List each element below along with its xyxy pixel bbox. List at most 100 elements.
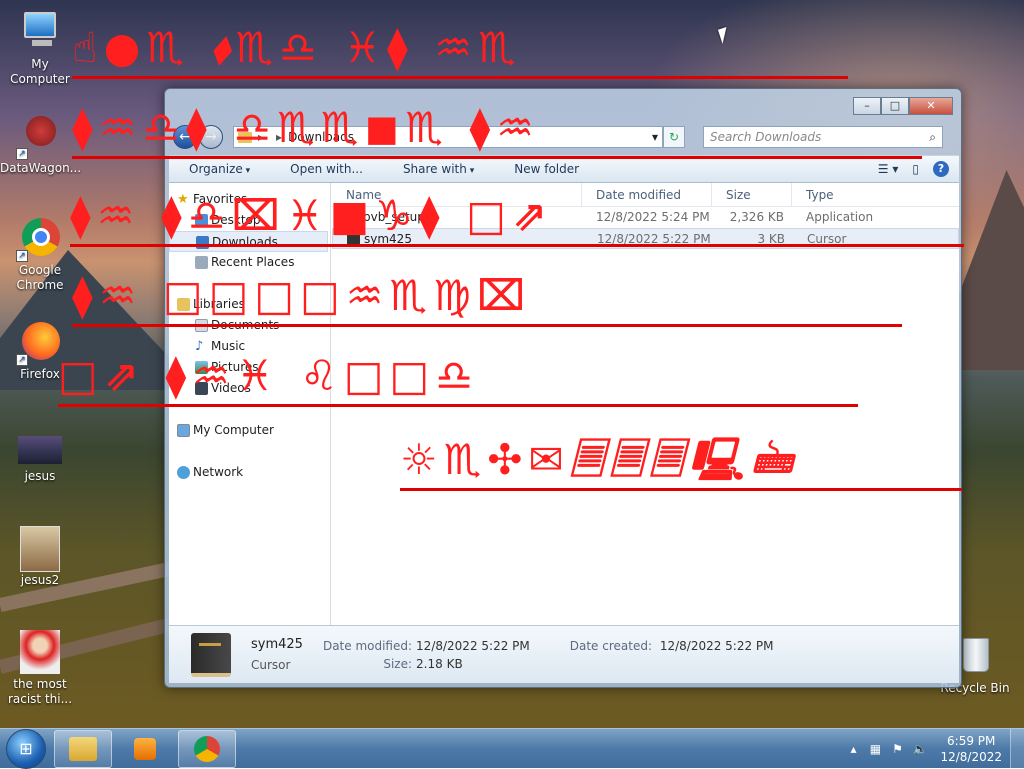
breadcrumb-separator-icon: ▸ [258,130,265,144]
column-name[interactable]: Name [332,183,582,206]
taskbar-chrome-button[interactable] [178,729,236,768]
nav-item-downloads[interactable]: Downloads [169,231,328,252]
shortcut-arrow-icon: ↗ [16,354,28,366]
new-folder-button[interactable]: New folder [514,162,579,176]
image-thumbnail-icon [18,436,62,466]
desktop-icon-my-computer[interactable]: My Computer [0,10,80,87]
address-dropdown-icon[interactable]: ▾ [652,130,658,144]
file-type: Application [806,210,874,224]
start-button[interactable]: ⊞ [6,728,46,769]
shortcut-arrow-icon: ↗ [16,148,28,160]
date-modified-value: 12/8/2022 5:22 PM [416,638,530,653]
preview-pane-icon[interactable]: ▯ [912,162,919,176]
desktop-icon-label: DataWagon... [0,161,82,175]
file-row-sym425[interactable]: sym425 12/8/2022 5:22 PM 3 KB Cursor [332,228,959,249]
taskbar-media-player-button[interactable] [116,730,174,768]
column-type[interactable]: Type [792,183,912,206]
show-desktop-button[interactable] [1010,728,1024,769]
column-date[interactable]: Date modified [582,183,712,206]
command-bar: Organize Open with... Share with New fol… [169,155,959,183]
desktop-icon-label: jesus2 [20,573,60,587]
organize-button[interactable]: Organize [189,162,250,176]
desktop-icon-datawagon[interactable]: ↗ DataWagon... [0,114,82,176]
pictures-icon [195,361,208,374]
desktop-icon-label: Firefox [20,367,60,381]
size-value: 2.18 KB [416,656,463,671]
desktop-icon-label: jesus [24,469,56,483]
breadcrumb-current[interactable]: Downloads [288,130,354,144]
nav-libraries[interactable]: Libraries [169,294,330,315]
nav-favorites[interactable]: ★ Favorites [169,189,330,210]
chrome-icon [194,735,220,762]
taskbar-explorer-button[interactable] [54,729,112,768]
desktop-icon-firefox[interactable]: ↗ Firefox [0,320,80,382]
network-status-icon[interactable]: ▦ [868,742,882,756]
firefox-icon: ↗ [16,320,62,366]
minimize-button[interactable]: – [853,97,881,115]
date-created-label: Date created: [569,638,652,653]
nav-item-desktop[interactable]: Desktop [169,210,330,231]
image-thumbnail-icon [18,526,62,572]
window-controls: – □ ✕ [853,97,953,115]
clock-date: 12/8/2022 [940,749,1002,764]
image-thumbnail-icon [18,630,62,674]
desktop-icon-jesus2[interactable]: jesus2 [0,526,80,588]
nav-label: Network [193,465,244,479]
refresh-button[interactable]: ↻ [663,126,685,148]
address-row: ← → ▸ ▸ Downloads ▾ ↻ Search Downloads ⌕ [173,123,955,151]
open-with-button[interactable]: Open with... [290,162,363,176]
file-name: bvb_setup [363,210,425,224]
nav-item-music[interactable]: ♪ Music [169,336,330,357]
desktop-icon-label: the most racist thi... [7,677,73,706]
share-with-button[interactable]: Share with [403,162,474,176]
search-icon[interactable]: ⌕ [929,130,936,145]
desktop-icon-racist[interactable]: the most racist thi... [0,630,80,707]
column-header-row: Name Date modified Size Type [332,183,959,207]
nav-label: Libraries [193,297,245,311]
file-size: 3 KB [757,232,785,246]
forward-button[interactable]: → [199,125,223,149]
chrome-icon: ↗ [16,216,62,262]
show-hidden-icons-icon[interactable]: ▴ [846,742,860,756]
file-date: 12/8/2022 5:24 PM [596,210,710,224]
address-bar[interactable]: ▸ ▸ Downloads ▾ [233,126,663,148]
details-modified-group: Date modified: 12/8/2022 5:22 PM Size: 2… [323,639,530,671]
close-button[interactable]: ✕ [909,97,953,115]
nav-item-recent-places[interactable]: Recent Places [169,252,330,273]
clock[interactable]: 6:59 PM 12/8/2022 [940,733,1002,765]
computer-icon [177,424,190,437]
help-icon[interactable]: ? [933,161,949,177]
back-button[interactable]: ← [173,125,197,149]
maximize-button[interactable]: □ [881,97,909,115]
search-input[interactable]: Search Downloads ⌕ [703,126,943,148]
nav-label: Desktop [211,213,261,227]
desktop-icon-chrome[interactable]: ↗ Google Chrome [0,216,80,293]
downloads-icon [196,236,209,249]
nav-item-pictures[interactable]: Pictures [169,357,330,378]
explorer-window[interactable]: – □ ✕ ← → ▸ ▸ Downloads ▾ ↻ Search Downl… [164,88,962,688]
system-tray: ▴ ▦ ⚑ 🔈 6:59 PM 12/8/2022 [842,728,1024,769]
file-size: 2,326 KB [729,210,784,224]
file-row-bvb-setup[interactable]: bvb_setup 12/8/2022 5:24 PM 2,326 KB App… [332,207,959,228]
nav-label: Videos [211,381,251,395]
file-type: Cursor [807,232,847,246]
view-options-icon[interactable]: ☰ ▾ [878,162,899,176]
desktop-icon [195,214,208,227]
nav-label: Pictures [211,360,259,374]
nav-my-computer[interactable]: My Computer [169,420,330,441]
volume-icon[interactable]: 🔈 [912,742,927,756]
date-created-value: 12/8/2022 5:22 PM [659,638,774,653]
file-date: 12/8/2022 5:22 PM [597,232,711,246]
libraries-icon [177,298,190,311]
nav-item-videos[interactable]: Videos [169,378,330,399]
desktop-icon-jesus[interactable]: jesus [0,436,80,484]
desktop-icon-label: Google Chrome [16,263,64,292]
action-center-flag-icon[interactable]: ⚑ [890,742,904,756]
nav-label: Favorites [193,192,248,206]
nav-label: Music [211,339,246,353]
nav-item-documents[interactable]: Documents [169,315,330,336]
clock-time: 6:59 PM [947,733,996,748]
column-size[interactable]: Size [712,183,792,206]
nav-network[interactable]: Network [169,462,330,483]
documents-icon [195,319,208,332]
